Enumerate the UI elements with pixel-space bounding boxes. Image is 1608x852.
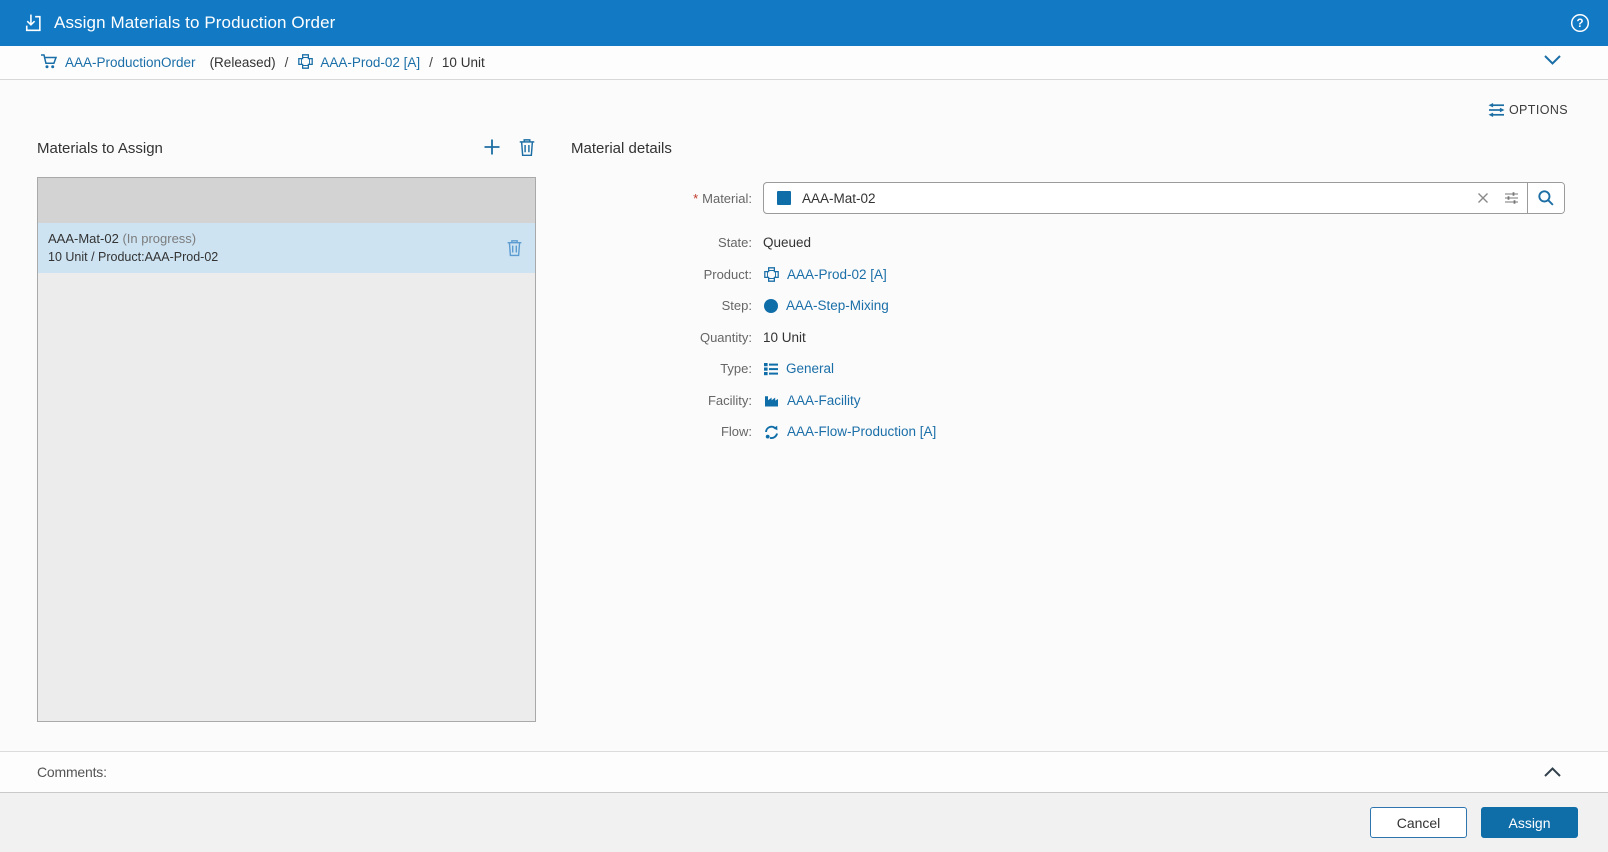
field-row-facility: Facility: AAA-Facility [571,385,1576,417]
materials-panel-header: Materials to Assign [37,137,536,157]
title-bar: Assign Materials to Production Order ? [0,0,1608,46]
required-marker: * [693,190,699,206]
delete-material-row-button[interactable] [506,239,523,257]
breadcrumb-product: AAA-Prod-02 [A] [297,53,420,73]
material-details-title: Material details [571,140,672,157]
product-icon [297,53,314,73]
materials-panel-title: Materials to Assign [37,140,163,157]
page-title: Assign Materials to Production Order [54,13,336,32]
breadcrumb-order-state: (Released) [209,55,276,70]
breadcrumb-quantity: 10 Unit [441,55,485,70]
material-lookup-control [763,182,1565,214]
breadcrumb-order-link[interactable]: AAA-ProductionOrder [65,55,196,70]
facility-link[interactable]: AAA-Facility [787,393,861,408]
comments-label: Comments: [37,764,107,780]
field-row-product: Product: AAA-Prod-02 [A] [571,259,1576,291]
type-list-icon [763,361,779,377]
facility-factory-icon [763,392,780,408]
flow-cycle-icon [763,424,780,440]
field-row-flow: Flow: AAA-Flow-Production [A] [571,416,1576,448]
svg-text:?: ? [1576,18,1583,30]
step-icon [763,298,779,314]
assign-import-icon [22,13,43,34]
options-button[interactable]: OPTIONS [1487,101,1568,119]
cancel-button[interactable]: Cancel [1370,807,1467,838]
field-row-type: Type: General [571,353,1576,385]
breadcrumb-separator-2: / [429,55,433,70]
footer-action-bar: Cancel Assign [0,793,1608,852]
material-field-label: * Material: [693,190,752,206]
flow-label: Flow: [720,424,752,440]
step-label: Step: [721,298,752,314]
material-item-detail: 10 Unit / Product:AAA-Prod-02 [48,250,219,264]
main-content: OPTIONS Materials to Assign AAA-Mat-02 (… [0,80,1608,751]
comments-section: Comments: [0,751,1608,793]
advanced-filter-icon[interactable] [1496,183,1527,213]
material-input[interactable] [792,183,1470,213]
field-row-step: Step: AAA-Step-Mixing [571,290,1576,322]
facility-label: Facility: [707,392,752,408]
field-row-state: State: Queued [571,227,1576,259]
state-label: State: [718,235,752,251]
field-row-quantity: Quantity: 10 Unit [571,322,1576,354]
field-row-material: * Material: [571,182,1576,214]
quantity-value: 10 Unit [763,329,806,345]
type-label: Type: [720,361,752,377]
product-label: Product: [703,266,752,282]
search-button[interactable] [1527,183,1564,213]
assign-button[interactable]: Assign [1481,807,1578,838]
material-details-form: * Material: AAA-Mat-02 State: Queued Pro… [571,182,1576,448]
step-link[interactable]: AAA-Step-Mixing [786,298,889,313]
breadcrumb-collapse-chevron-down-icon[interactable] [1543,54,1562,69]
state-value: Queued [763,235,812,251]
quantity-label: Quantity: [699,329,752,345]
breadcrumb: AAA-ProductionOrder (Released) / AAA-Pro… [0,46,1608,80]
material-square-icon [764,183,792,213]
delete-all-materials-button[interactable] [518,138,536,157]
material-item-status: (In progress) [122,231,197,246]
options-label: OPTIONS [1508,103,1568,117]
materials-list: AAA-Mat-02 (In progress) 10 Unit / Produ… [37,177,536,722]
help-icon[interactable]: ? [1570,13,1590,33]
type-link[interactable]: General [786,361,834,376]
materials-list-header [38,178,535,223]
material-item-name: AAA-Mat-02 [48,231,119,246]
breadcrumb-product-link[interactable]: AAA-Prod-02 [A] [320,55,420,70]
product-icon [763,266,780,283]
breadcrumb-separator: / [284,55,289,70]
clear-icon[interactable] [1470,183,1496,213]
add-material-button[interactable] [482,137,502,157]
breadcrumb-order: AAA-ProductionOrder (Released) [40,53,276,73]
product-link[interactable]: AAA-Prod-02 [A] [787,267,887,282]
flow-link[interactable]: AAA-Flow-Production [A] [787,424,936,439]
options-icon [1487,101,1506,119]
cart-icon [40,53,59,73]
comments-collapse-chevron-up-icon[interactable] [1543,766,1562,778]
material-list-item[interactable]: AAA-Mat-02 (In progress) 10 Unit / Produ… [38,223,535,273]
